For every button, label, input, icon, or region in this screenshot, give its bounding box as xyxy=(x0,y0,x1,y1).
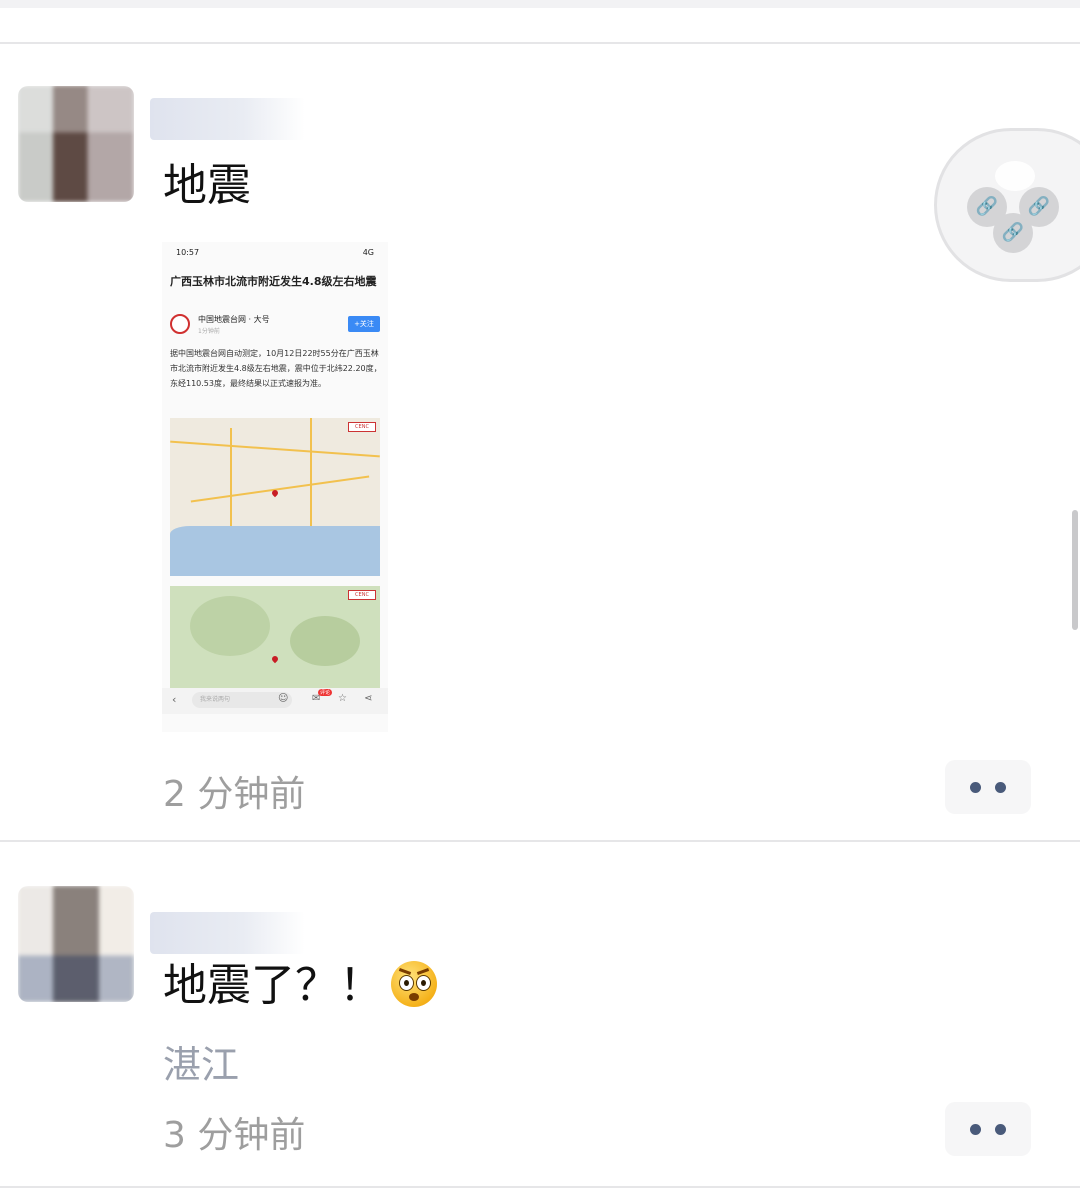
post-time: 3 分钟前 xyxy=(163,1115,306,1156)
post-text: 地震 xyxy=(163,160,251,211)
news-headline: 广西玉林市北流市附近发生4.8级左右地震 xyxy=(170,275,377,288)
cenc-map-logo: CENC xyxy=(348,422,376,432)
divider xyxy=(0,1186,1080,1188)
cenc-map-logo: CENC xyxy=(348,590,376,600)
shared-screenshot-image[interactable]: 10:57 4G 广西玉林市北流市附近发生4.8级左右地震 中国地震台网 · 大… xyxy=(162,242,388,732)
news-source-time: 1分钟前 xyxy=(198,328,220,335)
post-text-content: 地震了？！ xyxy=(163,960,383,1011)
comment-input: 我来说两句 xyxy=(192,692,292,708)
post-text: 地震了？！ xyxy=(163,958,437,1014)
scrollbar[interactable] xyxy=(1072,510,1078,630)
back-icon: ‹ xyxy=(172,693,177,706)
status-network: 4G xyxy=(362,248,374,257)
road-map: CENC xyxy=(170,418,380,576)
phone-status-bar: 10:57 4G xyxy=(176,248,374,257)
comment-bar: ‹ 我来说两句 ☺ ✉ 评论 ☆ ⋖ xyxy=(162,688,388,714)
dot-icon xyxy=(995,781,1006,793)
username-redacted[interactable] xyxy=(150,98,305,140)
follow-button: +关注 xyxy=(348,316,380,332)
share-icon: ⋖ xyxy=(364,693,373,704)
cenc-logo-icon xyxy=(170,314,190,334)
post-time: 2 分钟前 xyxy=(163,774,306,815)
emoji-icon: ☺ xyxy=(278,693,289,704)
avatar[interactable] xyxy=(18,86,134,202)
top-strip xyxy=(0,0,1080,8)
link-icon[interactable]: 🔗 xyxy=(993,213,1033,253)
star-icon: ☆ xyxy=(338,693,347,704)
dot-icon xyxy=(970,781,981,793)
post-location[interactable]: 湛江 xyxy=(163,1034,239,1089)
news-source-name: 中国地震台网 · 大号 xyxy=(198,315,270,324)
dot-icon xyxy=(970,1123,981,1135)
avatar[interactable] xyxy=(18,886,134,1002)
floating-link-widget[interactable]: 🔗 🔗 🔗 xyxy=(934,128,1080,282)
divider xyxy=(0,840,1080,842)
more-actions-button[interactable] xyxy=(945,760,1031,814)
divider xyxy=(0,42,1080,44)
more-actions-button[interactable] xyxy=(945,1102,1031,1156)
comment-badge: 评论 xyxy=(318,689,333,696)
astonished-face-icon xyxy=(391,961,437,1007)
username-redacted[interactable] xyxy=(150,912,305,954)
dot-icon xyxy=(995,1123,1006,1135)
terrain-map: CENC xyxy=(170,586,380,688)
widget-thumbnail xyxy=(995,161,1035,191)
status-time: 10:57 xyxy=(176,248,200,257)
news-body: 据中国地震台网自动测定，10月12日22时55分在广西玉林市北流市附近发生4.8… xyxy=(170,349,382,388)
